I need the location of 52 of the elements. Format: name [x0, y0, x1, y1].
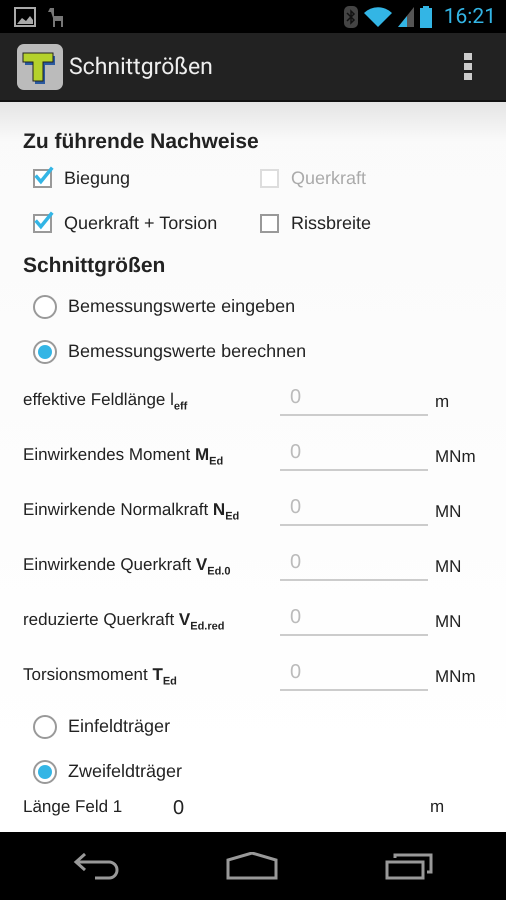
bluetooth-icon	[344, 6, 358, 28]
section-heading: Schnittgrößen	[23, 254, 166, 278]
radio-label[interactable]: Einfeldträger	[68, 716, 170, 737]
field-label: effektive Feldlänge l$_{eff}$	[23, 390, 188, 413]
unit-label: MNm	[435, 666, 476, 686]
back-icon[interactable]	[73, 852, 120, 880]
image-icon	[14, 6, 36, 26]
input-field[interactable]: 0	[280, 602, 428, 636]
field-label: reduzierte Querkraft V$_{Ed.red}$	[23, 610, 226, 633]
screen-title: Schnittgrößen	[69, 53, 214, 80]
unit-label: MN	[435, 502, 462, 522]
input-field[interactable]: 0	[280, 546, 428, 580]
checkbox[interactable]	[33, 169, 52, 188]
unit-label: m	[435, 392, 450, 412]
checkbox[interactable]	[260, 214, 279, 233]
unit-label: MN	[435, 612, 462, 632]
llama-icon	[46, 6, 66, 28]
battery-icon	[420, 6, 432, 28]
radio-button[interactable]	[33, 340, 57, 364]
checkbox-label[interactable]: Rissbreite	[291, 213, 372, 234]
unit-label: MN	[435, 556, 462, 576]
checkbox-label[interactable]: Biegung	[64, 168, 130, 189]
unit-label: MNm	[435, 446, 476, 466]
field-label: Einwirkende Normalkraft N$_{Ed}$	[23, 500, 240, 523]
field-label: Torsionsmoment T$_{Ed}$	[23, 665, 178, 688]
input-field[interactable]: 0	[280, 492, 428, 526]
radio-button[interactable]	[33, 760, 57, 784]
input-field[interactable]: 0	[173, 797, 430, 820]
home-icon[interactable]	[226, 852, 278, 880]
recent-apps-icon[interactable]	[384, 852, 433, 880]
radio-button[interactable]	[33, 294, 57, 318]
radio-label[interactable]: Bemessungswerte eingeben	[68, 296, 296, 317]
field-label: Einwirkendes Moment M$_{Ed}$	[23, 445, 224, 468]
input-field[interactable]: 0	[280, 382, 428, 416]
signal-icon	[398, 6, 414, 26]
radio-label[interactable]: Bemessungswerte berechnen	[68, 341, 306, 362]
unit-label: m	[430, 797, 444, 817]
field-label: Einwirkende Querkraft V$_{Ed.0}$	[23, 555, 232, 578]
input-field[interactable]: 0	[280, 656, 428, 690]
checkbox[interactable]	[33, 214, 52, 233]
radio-button[interactable]	[33, 714, 57, 738]
checkmark-icon	[33, 165, 54, 186]
checkmark-icon	[33, 210, 54, 231]
input-field[interactable]: 0	[280, 436, 428, 470]
section-heading: Zu führende Nachweise	[23, 130, 260, 154]
radio-label[interactable]: Zweifeldträger	[68, 761, 182, 782]
app-icon[interactable]	[17, 44, 63, 90]
wifi-icon	[364, 6, 392, 26]
field-label: Länge Feld 1	[23, 797, 124, 817]
clock: 16:21	[444, 4, 496, 28]
checkbox-label[interactable]: Querkraft + Torsion	[64, 213, 218, 234]
overflow-menu-icon[interactable]	[464, 52, 472, 80]
